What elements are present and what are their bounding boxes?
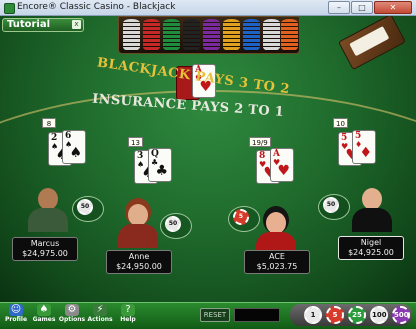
help-button[interactable]: ? Help — [114, 303, 142, 329]
avatar-body — [118, 224, 158, 248]
options-button[interactable]: ⚙ Options — [58, 303, 86, 329]
player-nameplate: Nigel $24,925.00 — [338, 236, 404, 260]
player-card: 6 ♠ ♠ — [62, 130, 86, 164]
window-title: Encore® Classic Casino - Blackjack — [17, 2, 176, 12]
bottom-toolbar: ☺ Profile ♠ Games ⚙ Options ⚡ Actions ? … — [0, 302, 416, 329]
maximize-button[interactable]: □ — [351, 1, 373, 14]
games-button[interactable]: ♠ Games — [30, 303, 58, 329]
profile-label: Profile — [4, 316, 28, 323]
help-label: Help — [120, 316, 136, 323]
player-name: Anne — [128, 252, 150, 261]
card-pip: ♦ — [359, 145, 372, 161]
tray-chip-stack — [243, 19, 260, 51]
tray-chip-stack — [123, 19, 140, 51]
player-name: Nigel — [360, 238, 382, 247]
chip-tray — [118, 16, 300, 54]
hand-score: 8 — [42, 118, 56, 128]
bet-chip-5[interactable]: 5 — [326, 306, 344, 324]
bet-chip-1[interactable]: 1 — [304, 306, 322, 324]
player-card: 5 ♦ ♦ — [352, 130, 376, 164]
player-card: A ♥ ♥ — [270, 148, 294, 182]
actions-button[interactable]: ⚡ Actions — [86, 303, 114, 329]
bet-chip: 50 — [77, 199, 93, 215]
bet-chip-100[interactable]: 100 — [370, 306, 388, 324]
bet-chip: 50 — [323, 197, 339, 213]
options-icon: ⚙ — [65, 304, 79, 316]
profile-button[interactable]: ☺ Profile — [2, 303, 30, 329]
shoe-card — [349, 26, 390, 57]
player-avatar — [352, 188, 392, 232]
player-money: $5,023.75 — [256, 262, 298, 271]
tutorial-label: Tutorial — [7, 19, 51, 30]
avatar-head — [38, 188, 58, 210]
player-name: Marcus — [30, 239, 60, 248]
player-nameplate: ACE $5,023.75 — [244, 250, 310, 274]
hand-score: 19/9 — [249, 137, 271, 147]
player-money: $24,925.00 — [348, 248, 394, 257]
player-money: $24,950.00 — [116, 262, 162, 271]
avatar-head — [362, 188, 382, 210]
bet-amount-field — [234, 308, 280, 322]
minimize-button[interactable]: – — [328, 1, 350, 14]
avatar-head — [266, 212, 286, 234]
player-avatar — [118, 204, 158, 248]
tray-chip-stack — [163, 19, 180, 51]
avatar-body — [28, 208, 68, 232]
hand-score: 13 — [128, 137, 143, 147]
games-label: Games — [32, 316, 56, 323]
tray-chip-stack — [203, 19, 220, 51]
actions-icon: ⚡ — [93, 304, 107, 316]
bet-chip: 50 — [165, 216, 181, 232]
avatar-body — [352, 208, 392, 232]
tutorial-close-icon[interactable]: x — [72, 20, 81, 29]
games-icon: ♠ — [37, 304, 51, 316]
profile-icon: ☺ — [9, 304, 23, 316]
card-pip: ♥ — [277, 163, 290, 179]
blackjack-table: Tutorial x A ♥ ♥ BLACKJACK PAYS 3 TO 2 I… — [0, 16, 416, 302]
bet-chip: 5 — [233, 209, 249, 225]
bet-chip-25[interactable]: 25 — [348, 306, 366, 324]
player-nameplate: Marcus $24,975.00 — [12, 237, 78, 261]
bet-chip-500[interactable]: 500 — [392, 306, 410, 324]
player-nameplate: Anne $24,950.00 — [106, 250, 172, 274]
hand-score: 10 — [333, 118, 348, 128]
window-titlebar: Encore® Classic Casino - Blackjack – □ ✕ — [0, 0, 416, 16]
actions-label: Actions — [87, 316, 113, 323]
tray-chip-stack — [183, 19, 200, 51]
player-money: $24,975.00 — [22, 249, 68, 258]
card-pip: ♠ — [69, 145, 82, 161]
app-icon — [4, 3, 15, 14]
player-card: Q ♣ ♣ — [148, 148, 172, 182]
avatar-head — [128, 204, 148, 226]
card-pip: ♣ — [155, 163, 168, 179]
tray-chip-stack — [143, 19, 160, 51]
tutorial-tab[interactable]: Tutorial x — [2, 18, 84, 32]
reset-button[interactable]: RESET — [200, 308, 230, 322]
tray-chip-stack — [281, 19, 298, 51]
player-name: ACE — [269, 252, 285, 261]
tray-chip-stack — [223, 19, 240, 51]
bet-chip-rack: 1 5 25 100 500 — [290, 304, 412, 326]
player-avatar — [28, 188, 68, 232]
card-shoe — [338, 16, 406, 71]
help-icon: ? — [121, 304, 135, 316]
options-label: Options — [58, 316, 86, 323]
close-button[interactable]: ✕ — [374, 1, 412, 14]
tray-chip-stack — [263, 19, 280, 51]
